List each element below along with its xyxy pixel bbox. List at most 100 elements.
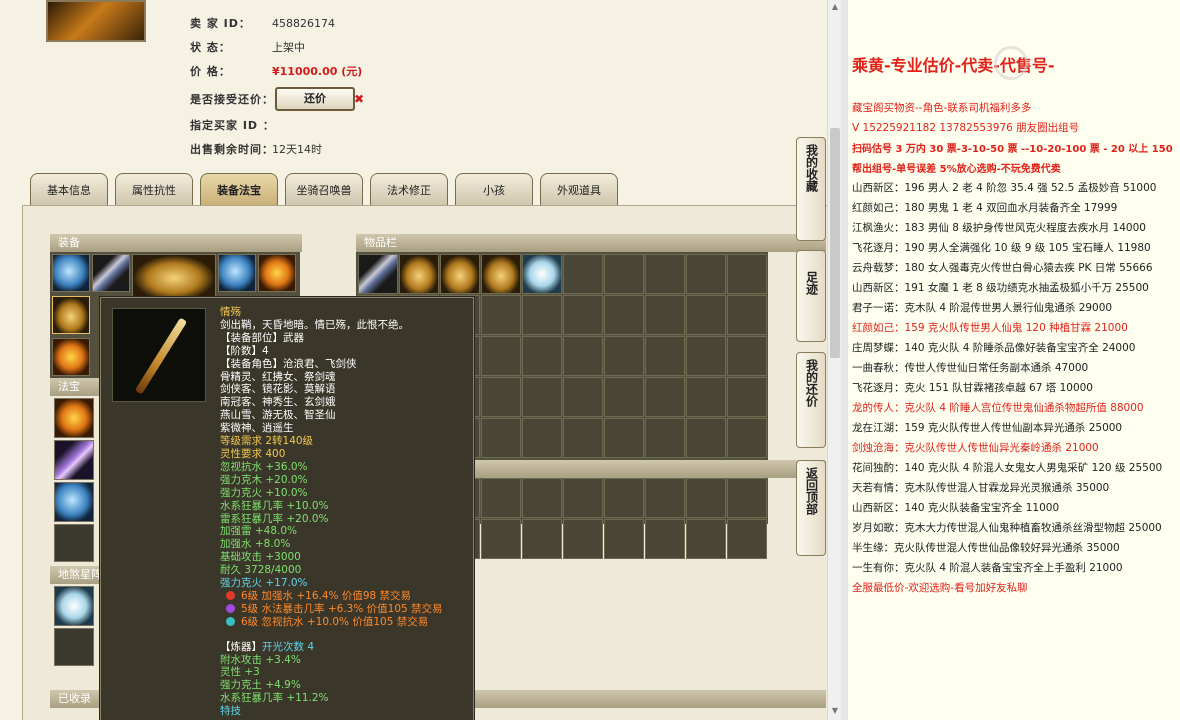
fabao-slot-4[interactable] <box>54 524 94 562</box>
inventory-slot[interactable] <box>358 254 398 294</box>
inventory-slot[interactable] <box>481 336 521 376</box>
inventory-slot[interactable] <box>481 377 521 417</box>
inventory-slot[interactable] <box>686 478 726 518</box>
inventory-slot[interactable] <box>481 254 521 294</box>
inventory-slot[interactable] <box>481 478 521 518</box>
item-level-requirement: 等级需求 2转140级 <box>220 435 314 448</box>
equip-slot-belt[interactable] <box>258 254 296 292</box>
array-panel-header: 地煞星阵 <box>50 566 102 584</box>
counter-offer-button[interactable]: 还价 <box>275 87 355 111</box>
inventory-slot[interactable] <box>399 254 439 294</box>
tab-mounts[interactable]: 坐骑召唤兽 <box>285 173 363 205</box>
inventory-slot[interactable] <box>686 377 726 417</box>
inventory-slot[interactable] <box>481 519 521 559</box>
inventory-slot[interactable] <box>686 254 726 294</box>
tab-appearance[interactable]: 外观道具 <box>540 173 618 205</box>
inventory-slot[interactable] <box>563 377 603 417</box>
inventory-slot[interactable] <box>563 519 603 559</box>
note-line: V 15225921182 13782553976 朋友圈出组号 <box>852 122 1080 134</box>
note-line: 扫码估号 3 万内 30 票-3-10-50 票 --10-20-100 票 -… <box>852 144 1173 155</box>
inventory-slot[interactable] <box>522 418 562 458</box>
tab-attributes[interactable]: 属性抗性 <box>115 173 193 205</box>
inventory-slot[interactable] <box>727 519 767 559</box>
my-favorites-button[interactable]: 我的收藏 <box>796 137 826 241</box>
item-stat: 水系狂暴几率 +10.0% <box>220 499 329 512</box>
inventory-slot[interactable] <box>481 295 521 335</box>
inventory-slot[interactable] <box>522 295 562 335</box>
scroll-thumb[interactable] <box>830 128 840 358</box>
inventory-slot[interactable] <box>563 478 603 518</box>
inventory-slot[interactable] <box>727 478 767 518</box>
inventory-slot[interactable] <box>727 254 767 294</box>
equip-slot-armor[interactable] <box>218 254 256 292</box>
inventory-slot[interactable] <box>481 418 521 458</box>
inventory-slot[interactable] <box>727 377 767 417</box>
remaining-value: 12天14时 <box>272 143 322 156</box>
inventory-slot[interactable] <box>604 418 644 458</box>
equip-slot-mount[interactable] <box>132 254 216 298</box>
equip-slot-shoes[interactable] <box>52 338 90 376</box>
array-slot-1[interactable] <box>54 586 94 626</box>
note-line: 红颜如己：180 男鬼 1 老 4 双回血水月装备齐全 17999 <box>852 202 1118 214</box>
item-description: 剑出鞘，天昏地暗。情已殇，此恨不绝。 <box>220 318 409 331</box>
inventory-slot[interactable] <box>645 254 685 294</box>
tab-equipment[interactable]: 装备法宝 <box>200 173 278 205</box>
inventory-slot[interactable] <box>563 295 603 335</box>
note-line: 天若有情：克木队传世混人甘霖龙异光灵猴通杀 35000 <box>852 482 1110 494</box>
inventory-slot[interactable] <box>727 295 767 335</box>
watermark-logo <box>994 40 1174 88</box>
fabao-slot-3[interactable] <box>54 482 94 522</box>
inventory-slot[interactable] <box>686 418 726 458</box>
inventory-slot[interactable] <box>440 254 480 294</box>
inventory-slot[interactable] <box>686 519 726 559</box>
inventory-slot[interactable] <box>686 295 726 335</box>
tab-basic-info[interactable]: 基本信息 <box>30 173 108 205</box>
fabao-slot-2[interactable] <box>54 440 94 480</box>
inventory-slot[interactable] <box>686 336 726 376</box>
back-to-top-button[interactable]: 返回顶部 <box>796 460 826 556</box>
inventory-slot[interactable] <box>522 254 562 294</box>
inventory-slot[interactable] <box>604 478 644 518</box>
item-roles-line-1: 【装备角色】沧浪君、飞剑侠 <box>220 358 470 371</box>
inventory-slot[interactable] <box>727 418 767 458</box>
equip-slot-helmet[interactable] <box>52 254 90 292</box>
inventory-slot[interactable] <box>563 418 603 458</box>
footprint-button[interactable]: 足迹 <box>796 250 826 342</box>
inventory-slot[interactable] <box>604 254 644 294</box>
inventory-slot[interactable] <box>645 519 685 559</box>
inventory-slot[interactable] <box>645 478 685 518</box>
inventory-slot[interactable] <box>604 295 644 335</box>
inventory-slot[interactable] <box>563 254 603 294</box>
inventory-slot[interactable] <box>727 336 767 376</box>
inventory-slot[interactable] <box>522 336 562 376</box>
equip-slot-weapon[interactable] <box>52 296 90 334</box>
scroll-up-icon[interactable]: ▲ <box>830 2 840 12</box>
note-line: 庄周梦蝶：140 克火队 4 阶睡杀品像好装备宝宝齐全 24000 <box>852 342 1136 354</box>
tab-spells[interactable]: 法术修正 <box>370 173 448 205</box>
note-line: 一生有你：克火队 4 阶混人装备宝宝齐全上手盈利 21000 <box>852 562 1123 574</box>
fabao-slot-1[interactable] <box>54 398 94 438</box>
page-scrollbar[interactable]: ▲ ▼ <box>827 0 841 720</box>
my-offers-button[interactable]: 我的还价 <box>796 352 826 448</box>
inventory-slot[interactable] <box>645 377 685 417</box>
inventory-slot[interactable] <box>522 377 562 417</box>
buyer-label: 指定买家 ID ： <box>190 119 275 132</box>
inventory-slot[interactable] <box>645 336 685 376</box>
inventory-slot[interactable] <box>604 519 644 559</box>
tab-child[interactable]: 小孩 <box>455 173 533 205</box>
note-line: 全服最低价-欢迎选购-看号加好友私聊 <box>852 582 1028 594</box>
inventory-slot[interactable] <box>604 377 644 417</box>
item-spirit-requirement: 灵性要求 400 <box>220 447 286 460</box>
inventory-slot[interactable] <box>645 418 685 458</box>
note-line: 岁月如歌：克木大力传世混人仙鬼种植畜牧通杀丝滑型物超 25000 <box>852 522 1162 534</box>
scroll-down-icon[interactable]: ▼ <box>830 706 840 716</box>
inventory-slot[interactable] <box>563 336 603 376</box>
inventory-slot[interactable] <box>522 519 562 559</box>
status-value: 上架中 <box>272 41 305 54</box>
array-slot-2[interactable] <box>54 628 94 666</box>
gem-icon <box>226 590 235 600</box>
equip-slot-necklace[interactable] <box>92 254 130 292</box>
inventory-slot[interactable] <box>604 336 644 376</box>
inventory-slot[interactable] <box>522 478 562 518</box>
inventory-slot[interactable] <box>645 295 685 335</box>
